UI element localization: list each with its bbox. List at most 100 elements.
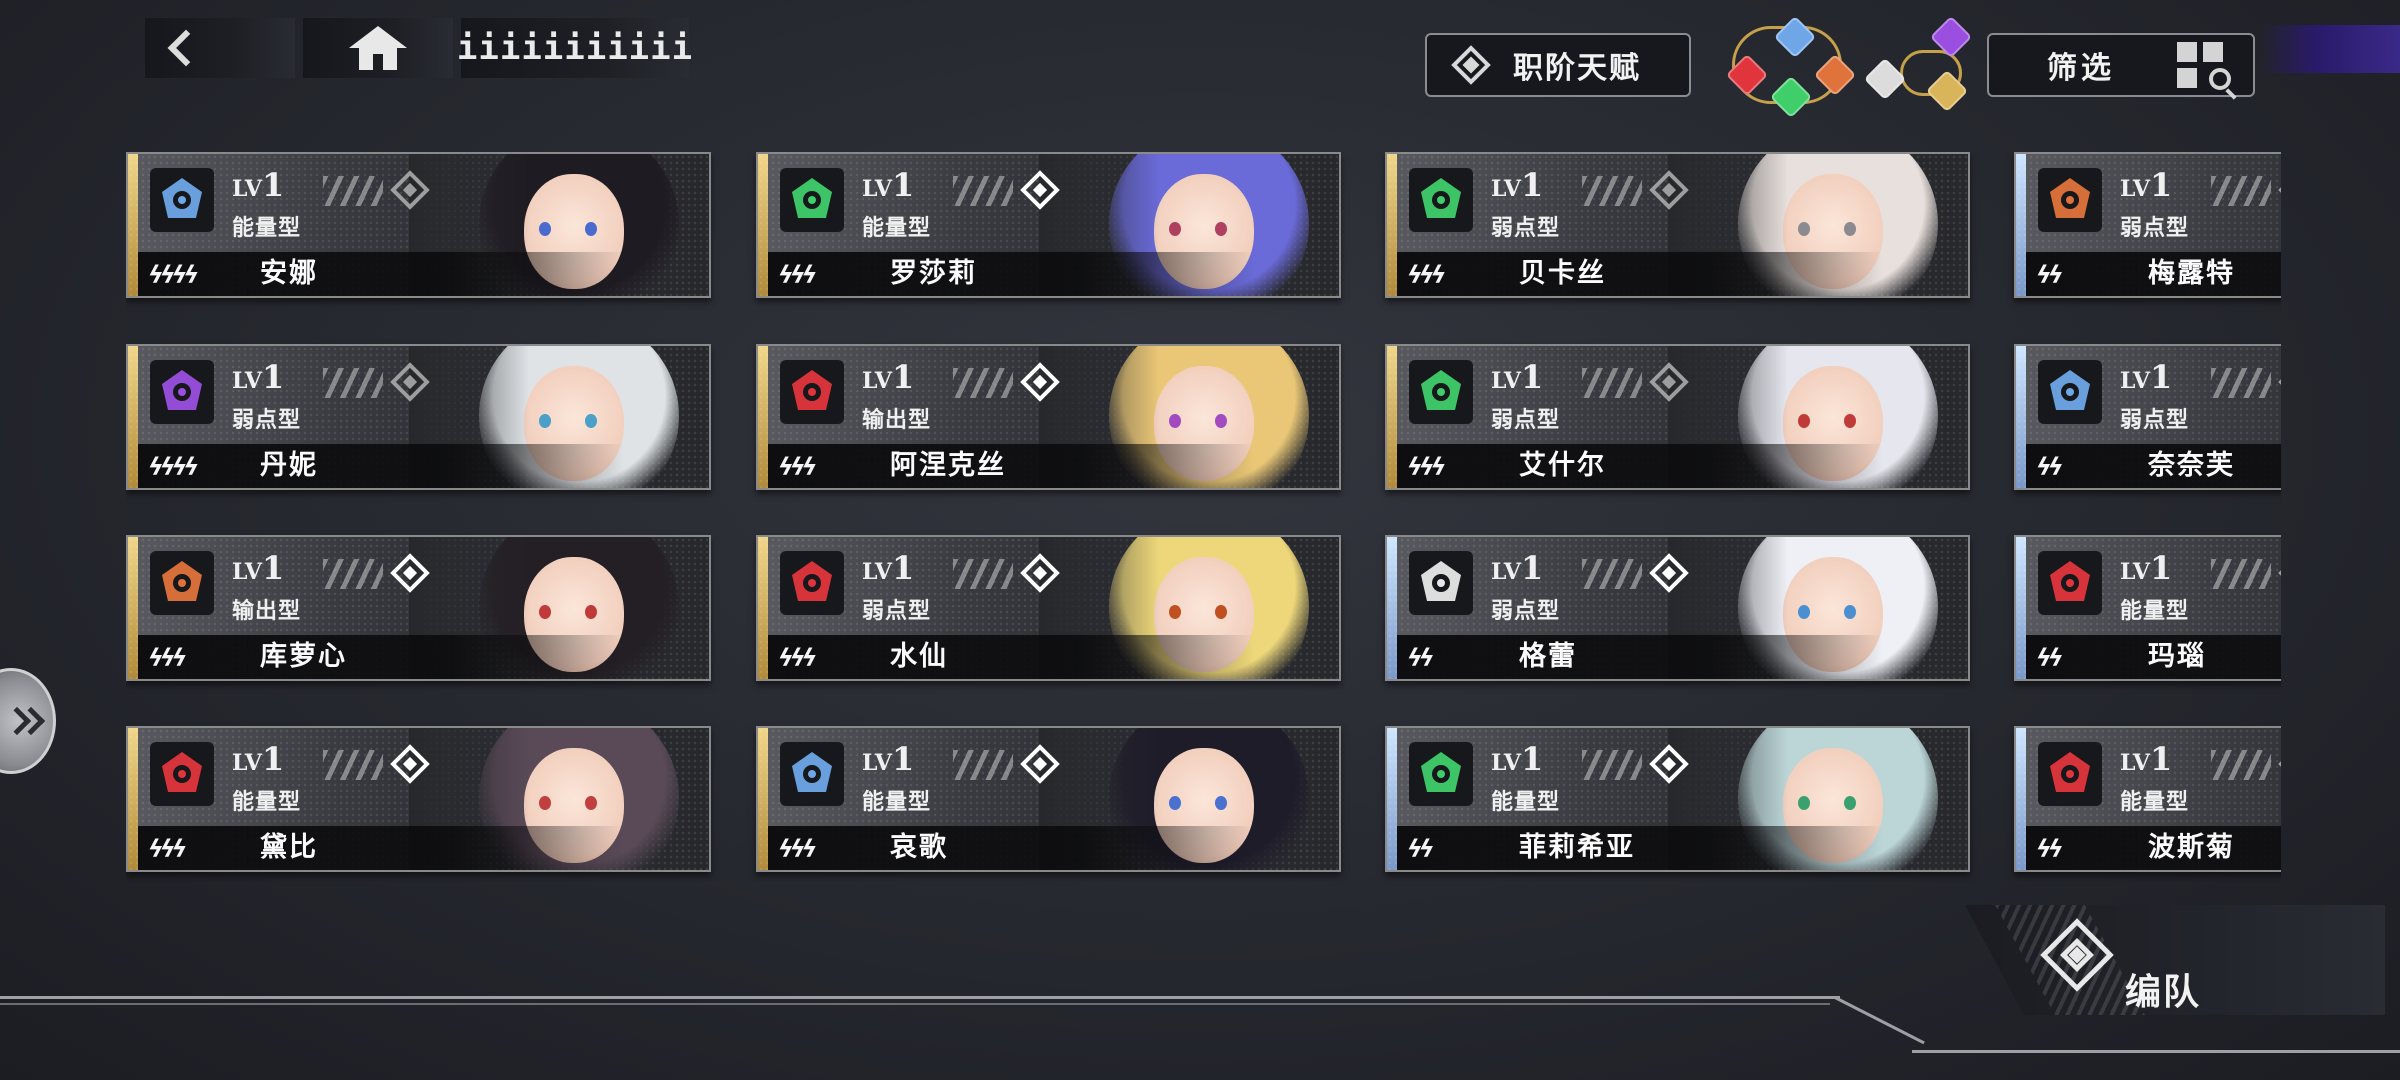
star-rating: ϟϟ [1407, 835, 1435, 863]
character-card[interactable]: LV1 弱点型 ϟϟ 格蕾 [1385, 535, 1970, 681]
character-name: 格蕾 [1519, 641, 1577, 672]
character-name: 黛比 [260, 832, 318, 863]
character-name: 库萝心 [260, 641, 347, 672]
character-card[interactable]: LV1 弱点型 ϟϟϟ 水仙 [756, 535, 1341, 681]
element-emblem-icon [780, 742, 844, 806]
filter-search-icon [2177, 42, 2237, 100]
class-talent-label: 职阶天赋 [1513, 51, 1641, 86]
element-emblem-icon [780, 551, 844, 615]
character-name: 阿涅克丝 [890, 450, 1006, 481]
character-card[interactable]: LV1 输出型 ϟϟϟ 库萝心 [126, 535, 711, 681]
class-talent-button[interactable]: 职阶天赋 [1425, 33, 1691, 97]
slash-decoration [323, 559, 383, 589]
star-rating: ϟϟ [2036, 453, 2064, 481]
character-card[interactable]: LV1 能量型 ϟϟ 波斯菊 [2014, 726, 2281, 872]
element-emblem-icon [150, 168, 214, 232]
filter-button[interactable]: 筛选 [1987, 33, 2255, 100]
side-expand-tab[interactable] [0, 668, 56, 774]
character-role: 能量型 [1491, 790, 1561, 815]
star-rating: ϟϟϟ [778, 835, 817, 863]
level-indicator: LV1 [1491, 549, 1544, 587]
mode-indicator[interactable]: iiiiiiiiiii [457, 18, 692, 78]
character-role: 输出型 [232, 599, 302, 624]
character-name: 菲莉希亚 [1519, 832, 1635, 863]
character-card[interactable]: LV1 弱点型 ϟϟϟ 艾什尔 [1385, 344, 1970, 490]
element-emblem-icon [1409, 360, 1473, 424]
back-button[interactable] [145, 18, 295, 78]
level-indicator: LV1 [2120, 358, 2173, 396]
element-emblem-icon [150, 551, 214, 615]
slash-decoration [1582, 176, 1642, 206]
star-rating: ϟϟ [2036, 261, 2064, 289]
character-role: 弱点型 [1491, 216, 1561, 241]
element-emblem-icon [2038, 360, 2102, 424]
mode-label: iiiiiiiiiii [456, 28, 694, 68]
level-indicator: LV1 [2120, 740, 2173, 778]
character-card[interactable]: LV1 能量型 ϟϟ 菲莉希亚 [1385, 726, 1970, 872]
back-arrow-icon [167, 29, 205, 67]
slash-decoration [2211, 368, 2271, 398]
character-card[interactable]: LV1 弱点型 ϟϟϟϟ 丹妮 [126, 344, 711, 490]
character-role: 弱点型 [2120, 408, 2190, 433]
slash-decoration [953, 559, 1013, 589]
character-card[interactable]: LV1 能量型 ϟϟ 玛瑙 [2014, 535, 2281, 681]
character-role: 能量型 [862, 790, 932, 815]
star-rating: ϟϟ [1407, 644, 1435, 672]
element-emblem-icon [780, 168, 844, 232]
filter-label: 筛选 [2047, 51, 2115, 86]
character-card[interactable]: LV1 弱点型 ϟϟϟ 贝卡丝 [1385, 152, 1970, 298]
character-name: 玛瑙 [2148, 641, 2206, 672]
character-card[interactable]: LV1 弱点型 ϟϟ 梅露特 [2014, 152, 2281, 298]
formation-button[interactable]: 编队 [1965, 905, 2400, 1015]
character-name: 罗莎莉 [890, 258, 977, 289]
talent-diamond-icon [1449, 43, 1493, 87]
formation-label: 编队 [2125, 972, 2202, 1013]
character-name: 贝卡丝 [1519, 258, 1606, 289]
element-emblem-icon [150, 742, 214, 806]
slash-decoration [2211, 559, 2271, 589]
character-role: 弱点型 [2120, 216, 2190, 241]
slash-decoration [2211, 750, 2271, 780]
element-emblem-icon [780, 360, 844, 424]
star-rating: ϟϟϟ [778, 453, 817, 481]
character-role: 能量型 [2120, 599, 2190, 624]
home-icon [349, 26, 407, 70]
slash-decoration [323, 750, 383, 780]
character-card[interactable]: LV1 能量型 ϟϟϟ 罗莎莉 [756, 152, 1341, 298]
character-name: 奈奈芙 [2148, 450, 2235, 481]
bottom-divider [0, 996, 1840, 999]
character-role: 输出型 [862, 408, 932, 433]
character-role: 能量型 [232, 216, 302, 241]
character-name: 丹妮 [260, 450, 318, 481]
element-filter-cluster[interactable] [1720, 15, 1990, 119]
level-indicator: LV1 [862, 358, 915, 396]
character-card[interactable]: LV1 输出型 ϟϟϟ 阿涅克丝 [756, 344, 1341, 490]
star-rating: ϟϟϟ [148, 835, 187, 863]
element-emblem-icon [2038, 168, 2102, 232]
formation-icon [2037, 915, 2117, 995]
star-rating: ϟϟϟϟ [148, 453, 199, 481]
home-button[interactable] [303, 18, 453, 78]
character-name: 波斯菊 [2148, 832, 2235, 863]
level-indicator: LV1 [862, 740, 915, 778]
level-indicator: LV1 [232, 740, 285, 778]
slash-decoration [323, 368, 383, 398]
character-card[interactable]: LV1 能量型 ϟϟϟ 黛比 [126, 726, 711, 872]
white-element-icon[interactable] [1863, 57, 1907, 101]
level-indicator: LV1 [232, 166, 285, 204]
character-card[interactable]: LV1 能量型 ϟϟϟ 哀歌 [756, 726, 1341, 872]
character-roster: LV1 能量型 ϟϟϟϟ 安娜 LV1 能量型 ϟϟϟ 罗莎莉 LV1 弱点型 … [126, 152, 2281, 882]
bottom-divider [0, 1003, 1830, 1005]
slash-decoration [2211, 176, 2271, 206]
character-name: 安娜 [260, 258, 318, 289]
bottom-divider [1912, 1050, 2400, 1053]
star-rating: ϟϟ [2036, 835, 2064, 863]
character-name: 梅露特 [2148, 258, 2235, 289]
element-emblem-icon [150, 360, 214, 424]
element-emblem-icon [2038, 551, 2102, 615]
element-emblem-icon [1409, 168, 1473, 232]
level-indicator: LV1 [2120, 166, 2173, 204]
character-card[interactable]: LV1 能量型 ϟϟϟϟ 安娜 [126, 152, 711, 298]
character-name: 水仙 [890, 641, 948, 672]
character-card[interactable]: LV1 弱点型 ϟϟ 奈奈芙 [2014, 344, 2281, 490]
